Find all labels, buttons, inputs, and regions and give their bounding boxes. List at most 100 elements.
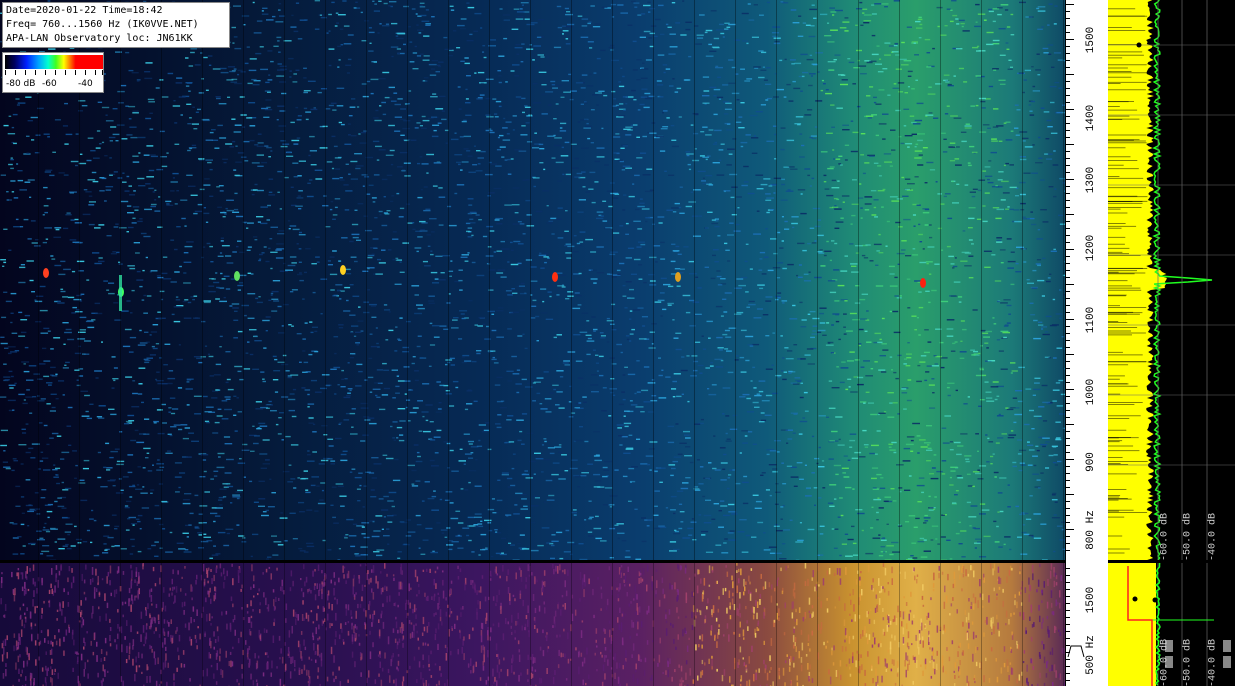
db-label-50: -50.0 dB <box>1182 512 1194 562</box>
axis-minor-tick <box>1065 53 1070 54</box>
axis-minor-tick <box>1065 666 1070 667</box>
axis-minor-tick <box>1065 319 1074 320</box>
axis-minor-tick <box>1065 522 1070 523</box>
axis-minor-tick <box>1065 270 1070 271</box>
db-label-sub-60: -60.0 dB <box>1159 638 1171 686</box>
axis-minor-tick <box>1065 603 1070 604</box>
trapezoid-marker-icon <box>1067 645 1085 658</box>
waterfall-main <box>0 0 1065 560</box>
axis-minor-tick <box>1065 424 1074 425</box>
axis-label-1400: 1400 <box>1085 104 1097 132</box>
axis-minor-tick <box>1065 445 1070 446</box>
axis-label-1300: 1300 <box>1085 166 1097 194</box>
spectrum-plot <box>1108 0 1235 686</box>
axis-minor-tick <box>1065 32 1070 33</box>
axis-label-1200: 1200 <box>1085 234 1097 262</box>
axis-minor-tick <box>1065 242 1070 243</box>
axis-minor-tick <box>1065 116 1070 117</box>
axis-minor-tick <box>1065 88 1070 89</box>
axis-minor-tick <box>1065 529 1074 530</box>
axis-minor-tick <box>1065 123 1070 124</box>
axis-minor-tick <box>1065 347 1070 348</box>
waterfall-noise <box>0 0 1065 560</box>
axis-minor-tick <box>1065 543 1070 544</box>
axis-minor-tick <box>1065 431 1070 432</box>
db-label-sub-40: -40.0 dB <box>1207 638 1219 686</box>
axis-minor-tick <box>1065 95 1070 96</box>
axis-minor-tick <box>1065 284 1074 285</box>
axis-minor-tick <box>1065 536 1070 537</box>
axis-minor-tick <box>1065 368 1070 369</box>
axis-minor-tick <box>1065 179 1074 180</box>
axis-minor-tick <box>1065 158 1070 159</box>
axis-minor-tick <box>1065 361 1070 362</box>
legend-label-max: -40 <box>78 79 93 89</box>
axis-minor-tick <box>1065 473 1070 474</box>
axis-minor-tick <box>1065 659 1070 660</box>
axis-label-sub-500: 500 Hz <box>1085 635 1097 675</box>
color-legend: -80 dB -60 -40 <box>2 52 104 93</box>
axis-minor-tick <box>1065 46 1070 47</box>
axis-minor-tick <box>1065 575 1070 576</box>
axis-minor-tick <box>1065 256 1070 257</box>
axis-minor-tick <box>1065 610 1070 611</box>
legend-label-mid: -60 <box>42 79 57 89</box>
color-scale-ticks <box>5 70 103 76</box>
frequency-axis: 1500 1400 1300 1200 1100 1000 900 800 Hz… <box>1065 0 1108 686</box>
axis-minor-tick <box>1065 151 1070 152</box>
axis-minor-tick <box>1065 438 1070 439</box>
axis-minor-tick <box>1065 452 1070 453</box>
axis-minor-tick <box>1065 354 1074 355</box>
axis-minor-tick <box>1065 18 1070 19</box>
spectrum-panel: -60.0 dB -50.0 dB -40.0 dB -60.0 dB -50.… <box>1108 0 1235 686</box>
axis-label-800: 800 Hz <box>1085 510 1097 550</box>
axis-label-1500: 1500 <box>1085 26 1097 54</box>
axis-label-900: 900 <box>1085 452 1097 472</box>
axis-minor-tick <box>1065 25 1070 26</box>
axis-minor-tick <box>1065 480 1070 481</box>
db-label-sub-50: -50.0 dB <box>1182 638 1194 686</box>
axis-minor-tick <box>1065 596 1070 597</box>
axis-minor-tick <box>1065 617 1070 618</box>
axis-minor-tick <box>1065 263 1070 264</box>
axis-label-1000: 1000 <box>1085 378 1097 406</box>
axis-label-sub-1500: 1500 <box>1085 586 1097 614</box>
axis-minor-tick <box>1065 67 1070 68</box>
axis-minor-tick <box>1065 389 1074 390</box>
axis-minor-tick <box>1065 568 1070 569</box>
axis-minor-tick <box>1065 589 1070 590</box>
axis-minor-tick <box>1065 417 1070 418</box>
axis-minor-tick <box>1065 11 1070 12</box>
axis-minor-tick <box>1065 228 1070 229</box>
axis-minor-tick <box>1065 508 1070 509</box>
frequency-range-text: Freq= 760...1560 Hz (IK0VVE.NET) <box>6 19 199 30</box>
axis-minor-tick <box>1065 39 1074 40</box>
axis-minor-tick <box>1065 144 1074 145</box>
axis-minor-tick <box>1065 81 1070 82</box>
axis-minor-tick <box>1065 298 1070 299</box>
axis-minor-tick <box>1065 207 1070 208</box>
axis-minor-tick <box>1065 582 1070 583</box>
axis-minor-tick <box>1065 4 1074 5</box>
observatory-text: APA-LAN Observatory loc: JN61KK <box>6 33 193 44</box>
axis-minor-tick <box>1065 186 1070 187</box>
axis-minor-tick <box>1065 466 1070 467</box>
date-time-text: Date=2020-01-22 Time=18:42 <box>6 5 163 16</box>
axis-minor-tick <box>1065 291 1070 292</box>
axis-minor-tick <box>1065 74 1074 75</box>
axis-minor-tick <box>1065 403 1070 404</box>
axis-minor-tick <box>1065 494 1074 495</box>
axis-minor-tick <box>1065 102 1070 103</box>
axis-minor-tick <box>1065 515 1070 516</box>
axis-minor-tick <box>1065 680 1070 681</box>
axis-minor-tick <box>1065 382 1070 383</box>
axis-minor-tick <box>1065 459 1074 460</box>
db-label-40: -40.0 dB <box>1207 512 1219 562</box>
axis-minor-tick <box>1065 340 1070 341</box>
axis-minor-tick <box>1065 501 1070 502</box>
db-label-60: -60.0 dB <box>1159 512 1171 562</box>
axis-minor-tick <box>1065 624 1070 625</box>
axis-minor-tick <box>1065 305 1070 306</box>
color-scale-bar <box>5 55 103 69</box>
axis-minor-tick <box>1065 673 1070 674</box>
